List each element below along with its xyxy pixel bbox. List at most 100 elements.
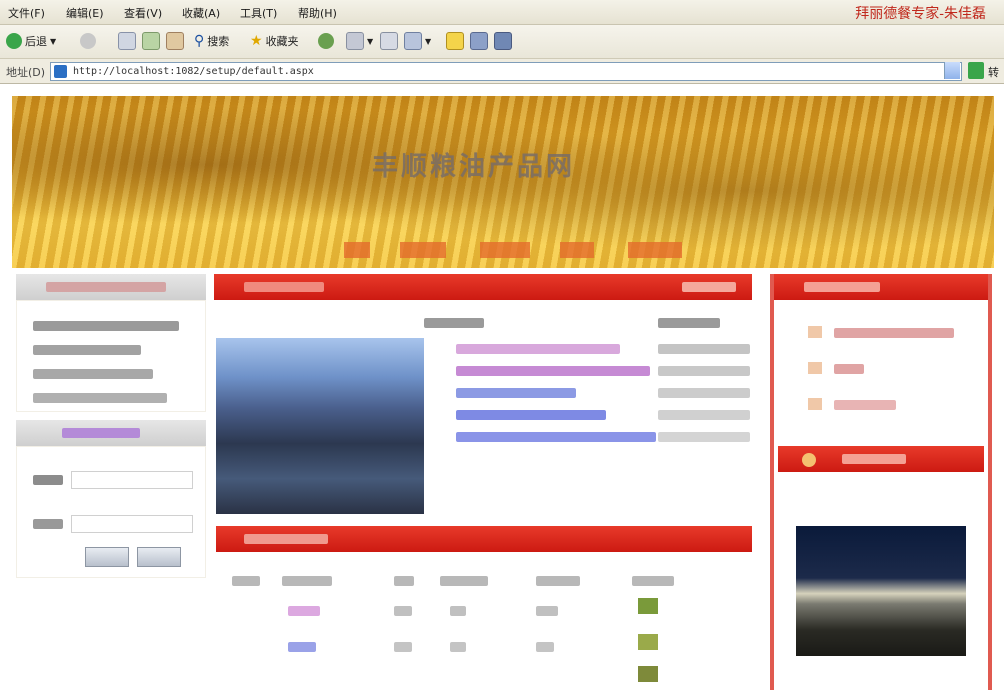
menu-favorites[interactable]: 收藏(A): [182, 5, 220, 21]
back-button[interactable]: 后退 ▼: [6, 31, 56, 51]
table-header: [632, 576, 674, 586]
login-button[interactable]: [85, 547, 129, 567]
address-label: 地址(D): [6, 66, 46, 79]
register-button[interactable]: [137, 547, 181, 567]
stop-button[interactable]: [118, 31, 136, 51]
edit-button[interactable]: [446, 31, 464, 51]
login-form: [16, 446, 206, 578]
login-panel-header: [16, 420, 206, 446]
banner-nav-link[interactable]: [344, 242, 370, 258]
list-item[interactable]: [33, 345, 141, 355]
menu-view[interactable]: 查看(V): [124, 5, 162, 21]
banner-nav-link[interactable]: [560, 242, 594, 258]
list-item[interactable]: [33, 393, 167, 403]
media-icon: [318, 33, 334, 49]
product-link[interactable]: [456, 432, 656, 442]
notice-link[interactable]: [834, 400, 896, 410]
product-thumbnail[interactable]: [638, 634, 658, 650]
more-link[interactable]: [682, 282, 736, 292]
product-thumbnail[interactable]: [638, 666, 658, 682]
notice-link[interactable]: [834, 328, 954, 338]
stop-icon: [118, 32, 136, 50]
login-panel-title: [62, 428, 140, 438]
mail-button[interactable]: [380, 31, 398, 51]
address-input[interactable]: http://localhost:1082/setup/default.aspx: [50, 62, 962, 81]
table-cell-link[interactable]: [288, 606, 320, 616]
go-icon[interactable]: [968, 62, 984, 79]
price-column-title: [658, 318, 720, 328]
favorites-label: 收藏夹: [265, 35, 299, 48]
messenger-button[interactable]: [494, 31, 512, 51]
go-label[interactable]: 转: [988, 64, 999, 80]
menu-help[interactable]: 帮助(H): [298, 5, 337, 21]
brand-text: 拜丽德餐专家-朱佳磊: [855, 6, 986, 22]
print-icon: [404, 32, 422, 50]
web-page: 丰顺粮油产品网: [0, 84, 1004, 690]
price-value: [658, 432, 750, 442]
forward-button[interactable]: [80, 31, 96, 51]
back-label: 后退: [25, 35, 47, 48]
bullet-icon: [808, 398, 822, 410]
featured-photo[interactable]: [796, 526, 966, 656]
banner-nav-link[interactable]: [400, 242, 446, 258]
address-url[interactable]: http://localhost:1082/setup/default.aspx: [73, 66, 314, 77]
username-input[interactable]: [71, 471, 193, 489]
password-input[interactable]: [71, 515, 193, 533]
list-item[interactable]: [33, 321, 179, 331]
favorites-button[interactable]: ★ 收藏夹: [250, 31, 299, 51]
table-header: [282, 576, 332, 586]
notice-link[interactable]: [834, 364, 864, 374]
product-thumbnail[interactable]: [638, 598, 658, 614]
left-panel-title: [46, 282, 166, 292]
history-button[interactable]: ▼: [346, 31, 373, 51]
toolbar: 后退 ▼ ⚲ 搜索 ★ 收藏夹 ▼ ▼: [0, 25, 1004, 59]
image-panel-title: [842, 454, 906, 464]
chevron-down-icon[interactable]: ▼: [425, 37, 431, 46]
search-button[interactable]: ⚲ 搜索: [194, 31, 229, 51]
edit-icon: [446, 32, 464, 50]
price-value: [658, 366, 750, 376]
media-button[interactable]: [318, 31, 334, 51]
bullet-icon: [808, 362, 822, 374]
table-cell-link[interactable]: [288, 642, 316, 652]
discuss-button[interactable]: [470, 31, 488, 51]
news-list: [16, 300, 206, 412]
menu-tools[interactable]: 工具(T): [240, 5, 277, 21]
chevron-down-icon[interactable]: ▼: [50, 37, 56, 46]
price-value: [658, 410, 750, 420]
banner-nav-link[interactable]: [628, 242, 682, 258]
product-image[interactable]: [216, 338, 424, 514]
menu-edit[interactable]: 编辑(E): [66, 5, 104, 21]
chevron-down-icon[interactable]: ▼: [367, 37, 373, 46]
left-column: [16, 274, 206, 578]
home-button[interactable]: [166, 31, 184, 51]
product-link[interactable]: [456, 410, 606, 420]
table-cell: [450, 642, 466, 652]
banner-nav-link[interactable]: [480, 242, 530, 258]
home-icon: [166, 32, 184, 50]
menu-file[interactable]: 文件(F): [8, 5, 45, 21]
username-label: [33, 475, 63, 485]
product-info-title: [424, 318, 484, 328]
notice-panel-header: [774, 274, 988, 300]
left-panel-header: [16, 274, 206, 300]
bullet-icon: [808, 326, 822, 338]
refresh-button[interactable]: [142, 31, 160, 51]
address-bar: 地址(D) http://localhost:1082/setup/defaul…: [0, 59, 1004, 84]
product-link[interactable]: [456, 388, 576, 398]
list-item[interactable]: [33, 369, 153, 379]
table-cell: [536, 642, 554, 652]
address-dropdown-button[interactable]: [944, 62, 960, 79]
notice-panel-title: [804, 282, 880, 292]
page-banner: 丰顺粮油产品网: [12, 96, 994, 268]
right-column: [770, 274, 992, 690]
product-link[interactable]: [456, 366, 650, 376]
table-cell: [394, 642, 412, 652]
history-icon: [346, 32, 364, 50]
supply-panel-title: [244, 534, 328, 544]
search-label: 搜索: [207, 35, 230, 48]
print-button[interactable]: ▼: [404, 31, 431, 51]
messenger-icon: [494, 32, 512, 50]
product-link[interactable]: [456, 344, 620, 354]
star-icon: ★: [250, 33, 263, 49]
